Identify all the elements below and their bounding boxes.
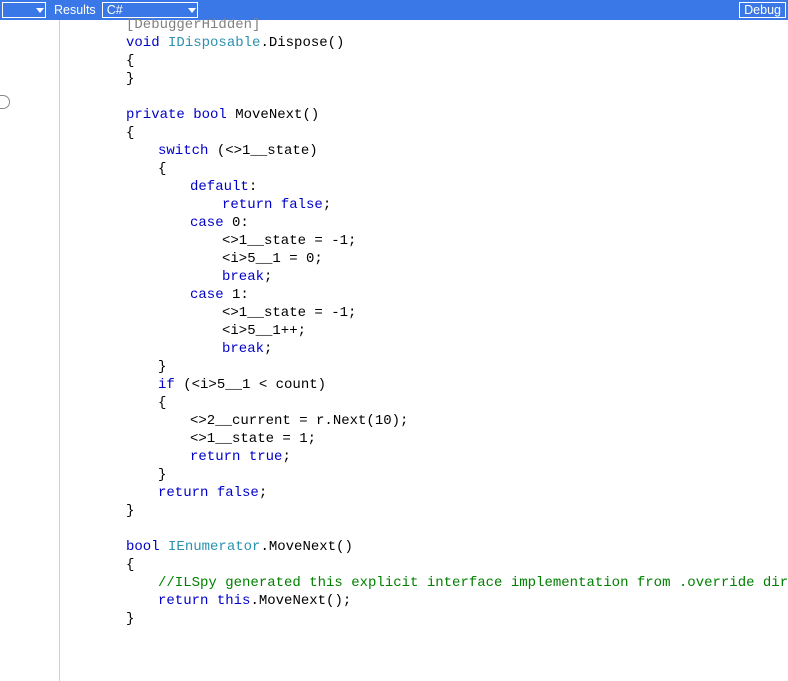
code-line: <>2__current = r.Next(10); bbox=[60, 412, 788, 430]
code-line: if (<i>5__1 < count) bbox=[60, 376, 788, 394]
chevron-down-icon bbox=[36, 8, 44, 13]
code-line: default: bbox=[60, 178, 788, 196]
code-line bbox=[60, 88, 788, 106]
code-line: [DebuggerHidden] bbox=[60, 16, 788, 34]
code-line: bool IEnumerator.MoveNext() bbox=[60, 538, 788, 556]
code-line: void IDisposable.Dispose() bbox=[60, 34, 788, 52]
code-line: return this.MoveNext(); bbox=[60, 592, 788, 610]
code-line: return false; bbox=[60, 484, 788, 502]
code-editor[interactable]: [DebuggerHidden]void IDisposable.Dispose… bbox=[60, 10, 788, 681]
code-line: private bool MoveNext() bbox=[60, 106, 788, 124]
code-line: break; bbox=[60, 340, 788, 358]
code-line: { bbox=[60, 556, 788, 574]
code-line: case 0: bbox=[60, 214, 788, 232]
code-line: <>1__state = 1; bbox=[60, 430, 788, 448]
toolbar-dropdown-left[interactable] bbox=[2, 2, 46, 18]
code-line: return true; bbox=[60, 448, 788, 466]
code-line: { bbox=[60, 160, 788, 178]
code-line: <>1__state = -1; bbox=[60, 232, 788, 250]
code-line: //ILSpy generated this explicit interfac… bbox=[60, 574, 788, 592]
code-line bbox=[60, 520, 788, 538]
code-line: return false; bbox=[60, 196, 788, 214]
code-line: } bbox=[60, 466, 788, 484]
code-line: { bbox=[60, 52, 788, 70]
code-line: { bbox=[60, 124, 788, 142]
code-line: <i>5__1++; bbox=[60, 322, 788, 340]
code-line: } bbox=[60, 502, 788, 520]
code-line: break; bbox=[60, 268, 788, 286]
outline-marker-icon bbox=[0, 95, 10, 109]
code-line: switch (<>1__state) bbox=[60, 142, 788, 160]
body-area: [DebuggerHidden]void IDisposable.Dispose… bbox=[0, 20, 788, 681]
code-line: } bbox=[60, 70, 788, 88]
gutter bbox=[0, 20, 60, 681]
code-line: } bbox=[60, 610, 788, 628]
code-line: case 1: bbox=[60, 286, 788, 304]
code-line: { bbox=[60, 394, 788, 412]
code-line: } bbox=[60, 358, 788, 376]
code-line: <>1__state = -1; bbox=[60, 304, 788, 322]
code-line: <i>5__1 = 0; bbox=[60, 250, 788, 268]
